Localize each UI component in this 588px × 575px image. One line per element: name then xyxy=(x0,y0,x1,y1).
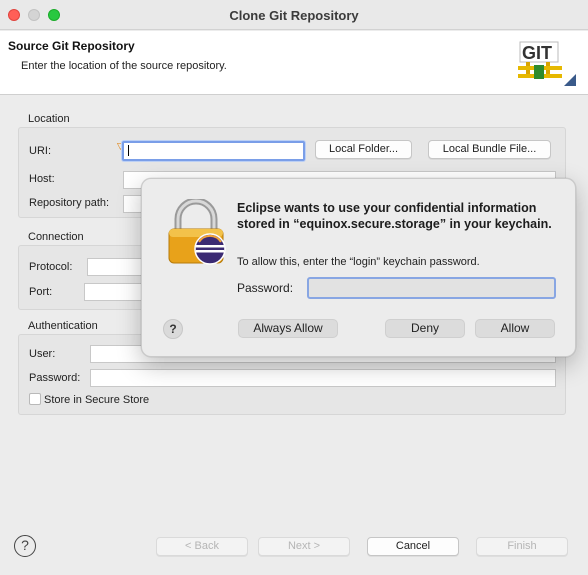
title-bar: Clone Git Repository xyxy=(0,0,588,30)
help-icon[interactable]: ? xyxy=(14,535,36,557)
page-title: Source Git Repository xyxy=(8,39,135,53)
keychain-help-icon[interactable]: ? xyxy=(163,319,183,339)
host-label: Host: xyxy=(29,173,55,185)
keychain-access-dialog: Eclipse wants to use your confidential i… xyxy=(141,178,576,357)
connection-group-label: Connection xyxy=(28,231,84,243)
keychain-password-label: Password: xyxy=(237,281,294,295)
repository-path-label: Repository path: xyxy=(29,197,110,209)
store-in-secure-store-checkbox[interactable] xyxy=(29,393,41,405)
always-allow-button[interactable]: Always Allow xyxy=(238,319,338,338)
keychain-dialog-message: To allow this, enter the “login” keychai… xyxy=(237,256,480,268)
window-title: Clone Git Repository xyxy=(229,8,359,23)
uri-input[interactable] xyxy=(122,141,305,161)
local-folder-button[interactable]: Local Folder... xyxy=(315,140,412,159)
text-caret xyxy=(128,145,129,156)
deny-button[interactable]: Deny xyxy=(385,319,465,338)
password-input[interactable] xyxy=(90,369,556,387)
clone-git-repository-window: Clone Git Repository Source Git Reposito… xyxy=(0,0,588,575)
git-logo-text: GIT xyxy=(522,43,552,63)
cancel-button[interactable]: Cancel xyxy=(367,537,459,556)
back-button[interactable]: < Back xyxy=(156,537,248,556)
local-bundle-file-button[interactable]: Local Bundle File... xyxy=(428,140,551,159)
store-in-secure-store-label: Store in Secure Store xyxy=(44,394,150,406)
uri-label: URI: xyxy=(29,145,51,157)
git-logo-icon: GIT xyxy=(518,41,576,86)
authentication-group-label: Authentication xyxy=(28,320,98,332)
finish-button[interactable]: Finish xyxy=(476,537,568,556)
allow-button[interactable]: Allow xyxy=(475,319,555,338)
port-label: Port: xyxy=(29,286,53,298)
keychain-password-input[interactable] xyxy=(307,277,556,299)
keychain-lock-icon xyxy=(168,199,226,265)
protocol-label: Protocol: xyxy=(29,261,73,273)
page-description: Enter the location of the source reposit… xyxy=(21,60,227,72)
wizard-header: Source Git Repository Enter the location… xyxy=(0,31,588,95)
user-label: User: xyxy=(29,348,56,360)
keychain-dialog-title: Eclipse wants to use your confidential i… xyxy=(237,201,552,231)
location-group-label: Location xyxy=(28,113,70,125)
next-button[interactable]: Next > xyxy=(258,537,350,556)
password-label: Password: xyxy=(29,372,81,384)
